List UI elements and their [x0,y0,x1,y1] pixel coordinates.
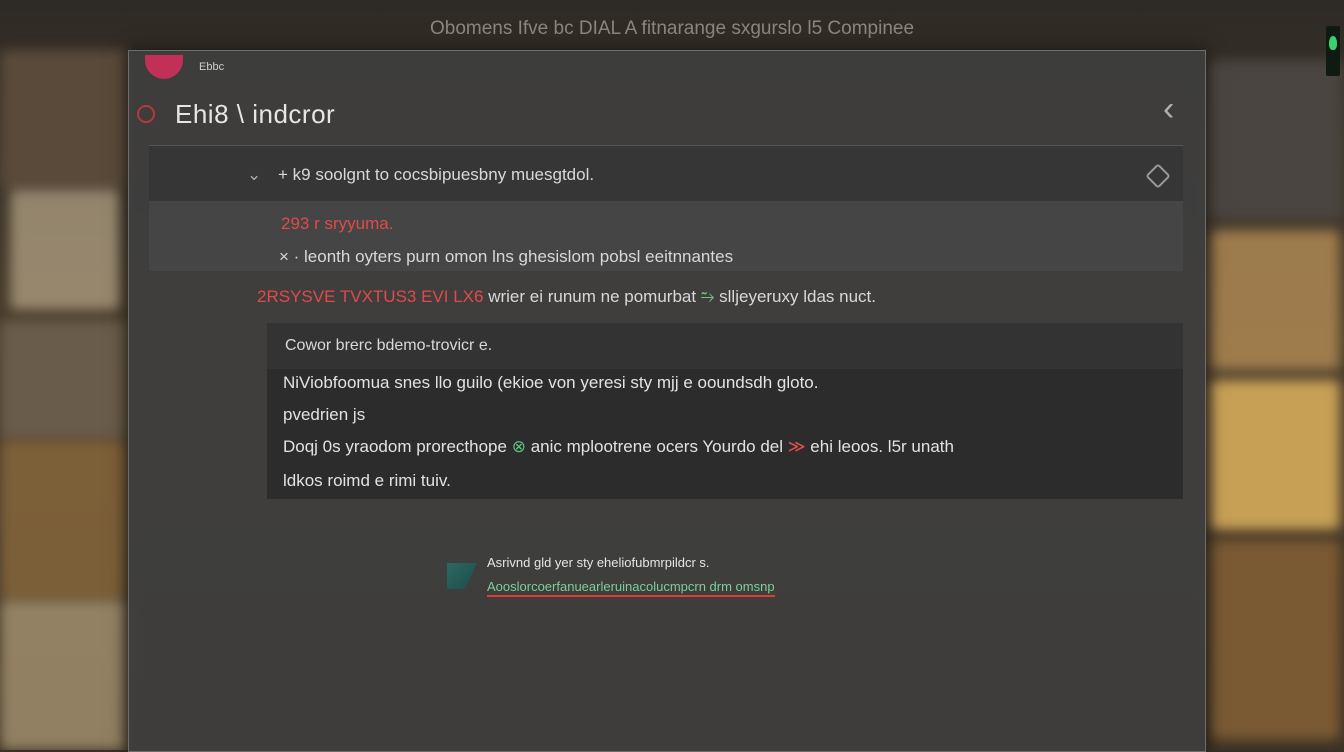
flag-icon [447,563,477,589]
panel-row-4-suffix: slljeyeruxy ldas nuct. [719,287,876,306]
panel-row-1-text: + k9 soolgnt to cocsbipuesbny muesgtdol. [277,165,595,184]
panel-row-4-text: wrier ei runum ne pomurbat [488,287,697,306]
double-chevron-icon: ≫ [787,437,806,456]
content-line-1: NiViobfoomua snes llo guilo (ekioe von y… [283,373,819,392]
content-line-3-c: ehi leoos. l5r unath [810,437,954,456]
count-label: 293 r sryyuma. [281,214,394,233]
panel-row-1[interactable]: ⌄ + k9 soolgnt to cocsbipuesbny muesgtdo… [247,165,594,185]
panel-row-4[interactable]: 2RSYSVE TVXTUS3 EVI LX6 wrier ei runum n… [257,287,876,307]
record-icon [137,105,155,123]
avatar [145,55,183,79]
target-icon: ⊗ [511,437,526,456]
status-badge: 2RSYSVE TVXTUS3 EVI LX6 [257,287,484,306]
app-logo-icon [1326,26,1340,76]
status-link[interactable]: Aooslorcoerfanuearleruinacolucmpcrn drm … [487,579,775,597]
content-line-3-b: anic mplootrene ocers Yourdo del [530,437,784,456]
arrow-icon: ⥲ [700,287,715,306]
status-text: Asrivnd gld yer sty eheliofubmrpildcr s. [487,555,710,570]
dialog-window: Ebbc Ehi8 \ indcror ‹ ⌄ + k9 soolgnt to … [128,50,1206,752]
chevron-left-icon[interactable]: ‹ [1163,89,1193,129]
content-line-3: Doqj 0s yraodom prorecthope ⊗ anic mploo… [283,437,954,457]
window-titlebar: Obomens Ifve bc DIAL A fitnarange sxgurs… [0,0,1344,76]
dialog-title: Ehi8 \ indcror [175,99,336,129]
content-line-4: ldkos roimd e rimi tuiv. [283,471,451,490]
content-line-3-a: Doqj 0s yraodom prorecthope [283,437,507,456]
chevron-down-icon[interactable]: ⌄ [247,165,261,184]
window-title: Obomens Ifve bc DIAL A fitnarange sxgurs… [429,18,915,39]
content-heading: Cowor brerc bdemo-trovicr e. [285,337,493,354]
panel-row-3: × · leonth oyters purn omon lns ghesislo… [279,247,734,266]
content-line-2: pvedrien js [283,405,366,424]
dialog-small-label: Ebbc [199,61,225,73]
